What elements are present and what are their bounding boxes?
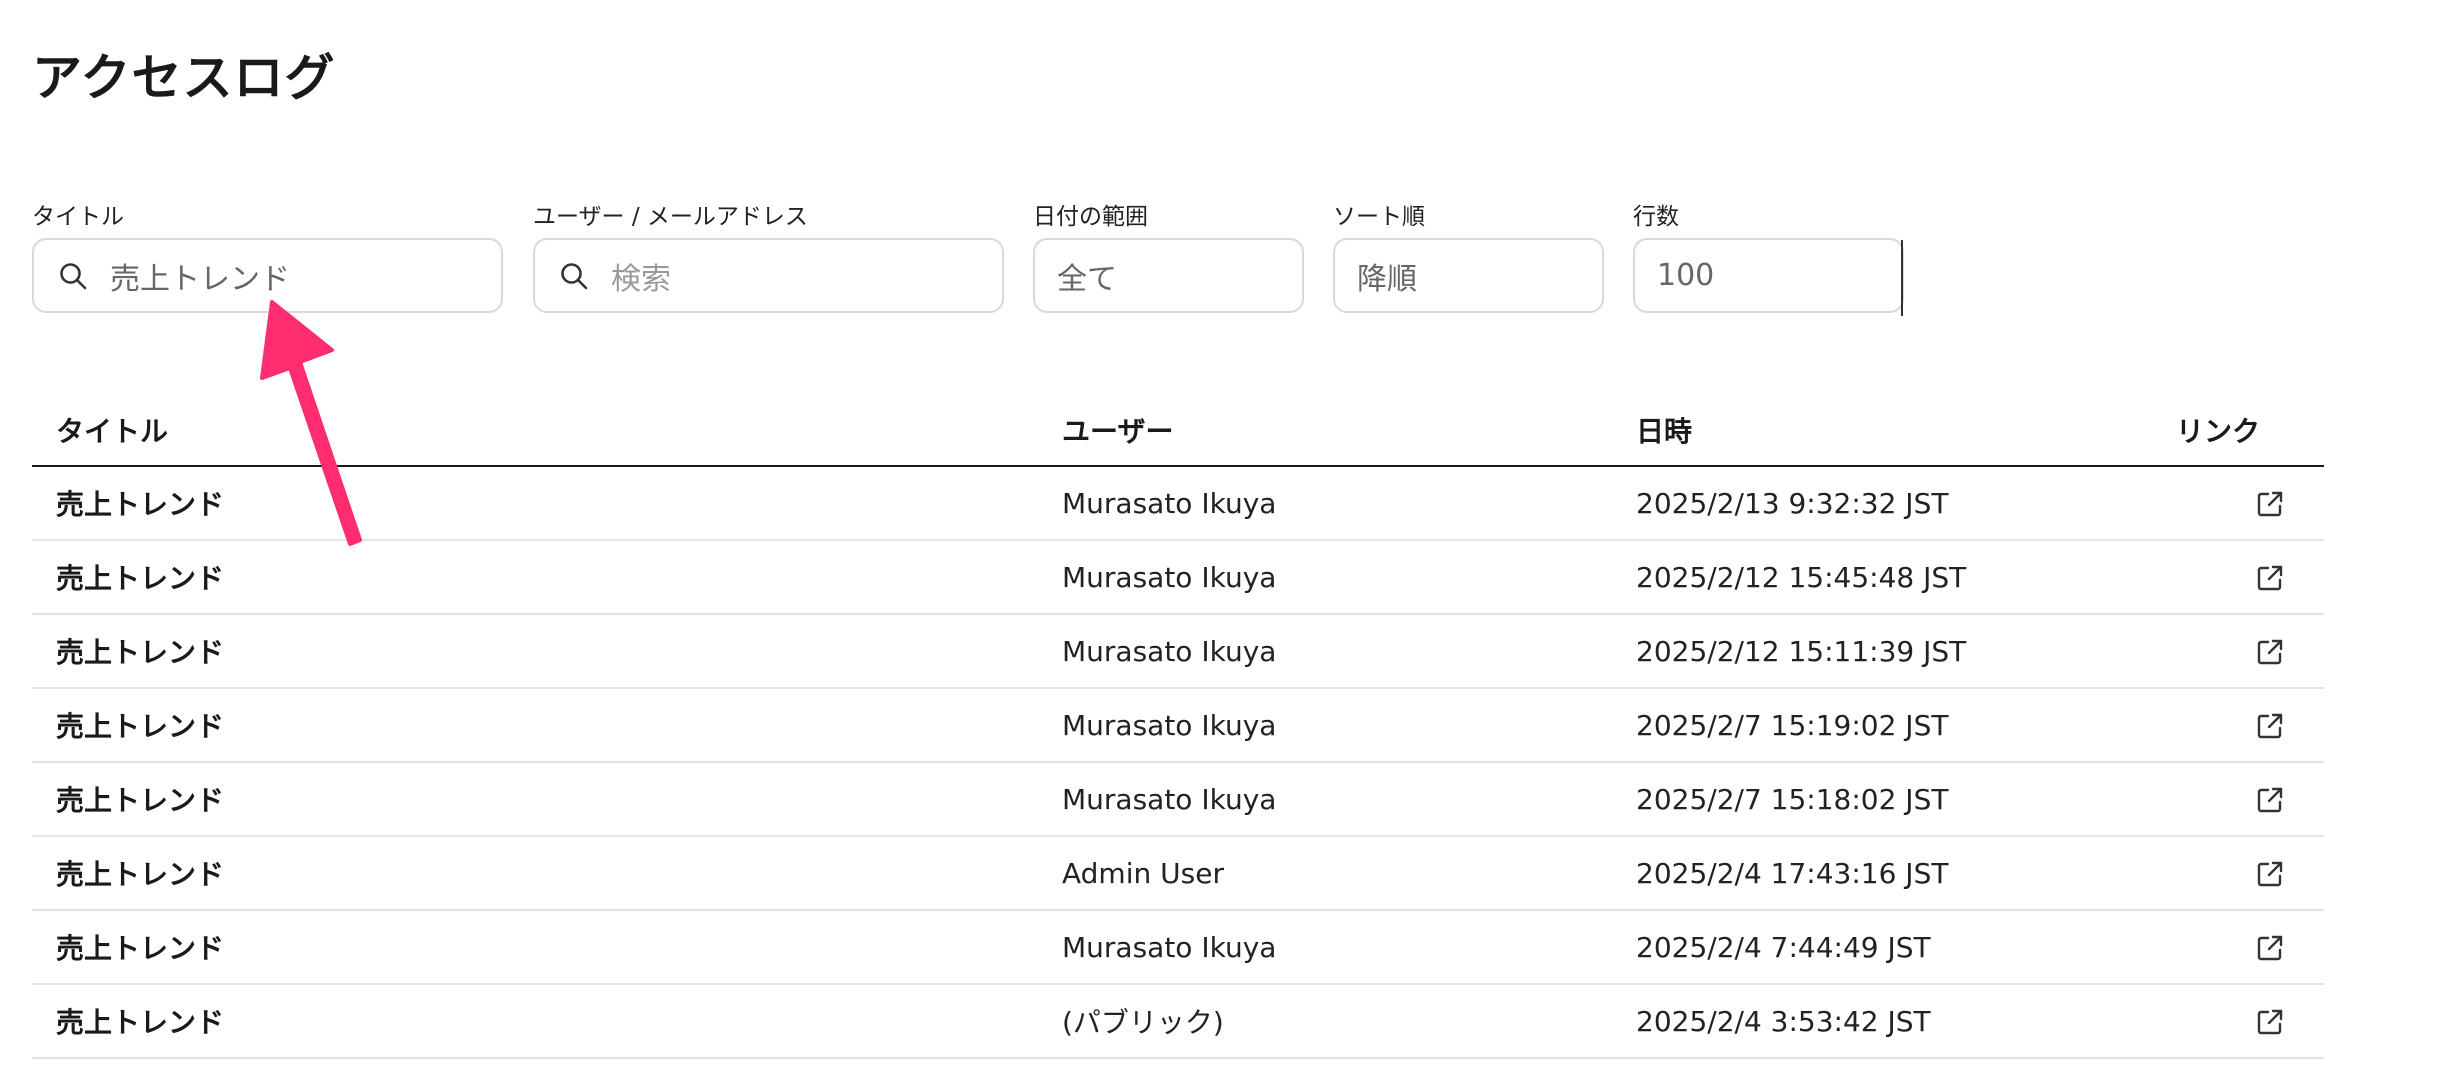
text-caret (1901, 240, 1903, 316)
sort-order-value: 降順 (1357, 261, 1417, 297)
row-user: Murasato Ikuya (1062, 688, 1636, 763)
title-search-value: 売上トレンド (110, 261, 290, 297)
table-row[interactable]: 売上トレンド Murasato Ikuya 2025/2/7 15:19:02 JS… (32, 688, 2324, 763)
page-title: アクセスログ (32, 49, 336, 107)
table-body: 売上トレンド Murasato Ikuya 2025/2/13 9:32:32 JS… (32, 466, 2324, 1059)
row-user: Murasato Ikuya (1062, 466, 1636, 541)
user-search-input[interactable]: 検索 (533, 238, 1004, 313)
row-link-button[interactable] (2176, 984, 2324, 1059)
table-row[interactable]: 売上トレンド Murasato Ikuya 2025/2/13 9:32:32 JS… (32, 466, 2324, 541)
table-row[interactable]: 売上トレンド Murasato Ikuya 2025/2/12 15:11:39 J… (32, 614, 2324, 689)
external-link-icon (2257, 565, 2283, 591)
external-link-icon (2257, 713, 2283, 739)
header-link: リンク (2176, 395, 2324, 467)
row-title[interactable]: 売上トレンド (32, 688, 1062, 763)
access-log-page: アクセスログ タイトル 売上トレンド ユーザー / メールアドレス 検索 日付の… (0, 0, 2438, 1078)
row-datetime: 2025/2/13 9:32:32 JST (1636, 466, 2176, 541)
row-datetime: 2025/2/7 15:19:02 JST (1636, 688, 2176, 763)
row-count-label: 行数 (1633, 204, 1679, 230)
row-link-button[interactable] (2176, 466, 2324, 541)
row-link-button[interactable] (2176, 614, 2324, 689)
header-datetime[interactable]: 日時 (1636, 395, 2176, 467)
title-search-input[interactable]: 売上トレンド (32, 238, 503, 313)
row-user: Admin User (1062, 836, 1636, 911)
row-user: (パブリック) (1062, 984, 1636, 1059)
access-log-table: タイトル ユーザー 日時 リンク 売上トレンド Murasato Ikuya 202… (32, 395, 2324, 1059)
row-title[interactable]: 売上トレンド (32, 762, 1062, 837)
sort-order-select[interactable]: 降順 (1333, 238, 1604, 313)
sort-order-filter: ソート順 降順 (1333, 202, 1604, 313)
row-datetime: 2025/2/4 3:53:42 JST (1636, 984, 2176, 1059)
table-row[interactable]: 売上トレンド Murasato Ikuya 2025/2/12 15:45:48 J… (32, 540, 2324, 615)
title-filter-label: タイトル (32, 204, 124, 230)
row-link-button[interactable] (2176, 836, 2324, 911)
header-user[interactable]: ユーザー (1062, 395, 1636, 467)
row-title[interactable]: 売上トレンド (32, 540, 1062, 615)
external-link-icon (2257, 935, 2283, 961)
table-row[interactable]: 売上トレンド Admin User 2025/2/4 17:43:16 JST (32, 836, 2324, 911)
row-link-button[interactable] (2176, 910, 2324, 985)
row-user: Murasato Ikuya (1062, 614, 1636, 689)
row-link-button[interactable] (2176, 540, 2324, 615)
search-icon (60, 262, 87, 289)
date-range-select[interactable]: 全て (1033, 238, 1304, 313)
row-title[interactable]: 売上トレンド (32, 836, 1062, 911)
date-range-label: 日付の範囲 (1033, 204, 1148, 230)
external-link-icon (2257, 639, 2283, 665)
external-link-icon (2257, 1009, 2283, 1035)
row-title[interactable]: 売上トレンド (32, 984, 1062, 1059)
row-title[interactable]: 売上トレンド (32, 466, 1062, 541)
date-range-value: 全て (1057, 261, 1117, 297)
external-link-icon (2257, 491, 2283, 517)
date-range-filter: 日付の範囲 全て (1033, 202, 1304, 313)
row-count-value: 100 (1657, 258, 1715, 293)
row-datetime: 2025/2/4 7:44:49 JST (1636, 910, 2176, 985)
table-header-row: タイトル ユーザー 日時 リンク (32, 395, 2324, 467)
row-datetime: 2025/2/12 15:45:48 JST (1636, 540, 2176, 615)
table-row[interactable]: 売上トレンド Murasato Ikuya 2025/2/4 7:44:49 JST (32, 910, 2324, 985)
row-count-filter: 行数 100 (1633, 202, 1904, 313)
table-row[interactable]: 売上トレンド (パブリック) 2025/2/4 3:53:42 JST (32, 984, 2324, 1059)
search-icon (561, 262, 588, 289)
title-filter: タイトル 売上トレンド (32, 202, 503, 313)
row-link-button[interactable] (2176, 762, 2324, 837)
row-title[interactable]: 売上トレンド (32, 910, 1062, 985)
user-filter: ユーザー / メールアドレス 検索 (533, 202, 1004, 313)
row-datetime: 2025/2/7 15:18:02 JST (1636, 762, 2176, 837)
row-link-button[interactable] (2176, 688, 2324, 763)
header-title[interactable]: タイトル (32, 395, 1062, 467)
row-count-input[interactable]: 100 (1633, 238, 1904, 313)
user-filter-label: ユーザー / メールアドレス (533, 204, 808, 230)
external-link-icon (2257, 787, 2283, 813)
table-row[interactable]: 売上トレンド Murasato Ikuya 2025/2/7 15:18:02 JS… (32, 762, 2324, 837)
sort-order-label: ソート順 (1333, 204, 1425, 230)
external-link-icon (2257, 861, 2283, 887)
row-user: Murasato Ikuya (1062, 540, 1636, 615)
row-user: Murasato Ikuya (1062, 762, 1636, 837)
row-datetime: 2025/2/4 17:43:16 JST (1636, 836, 2176, 911)
user-search-placeholder: 検索 (611, 261, 671, 297)
row-datetime: 2025/2/12 15:11:39 JST (1636, 614, 2176, 689)
row-title[interactable]: 売上トレンド (32, 614, 1062, 689)
row-user: Murasato Ikuya (1062, 910, 1636, 985)
